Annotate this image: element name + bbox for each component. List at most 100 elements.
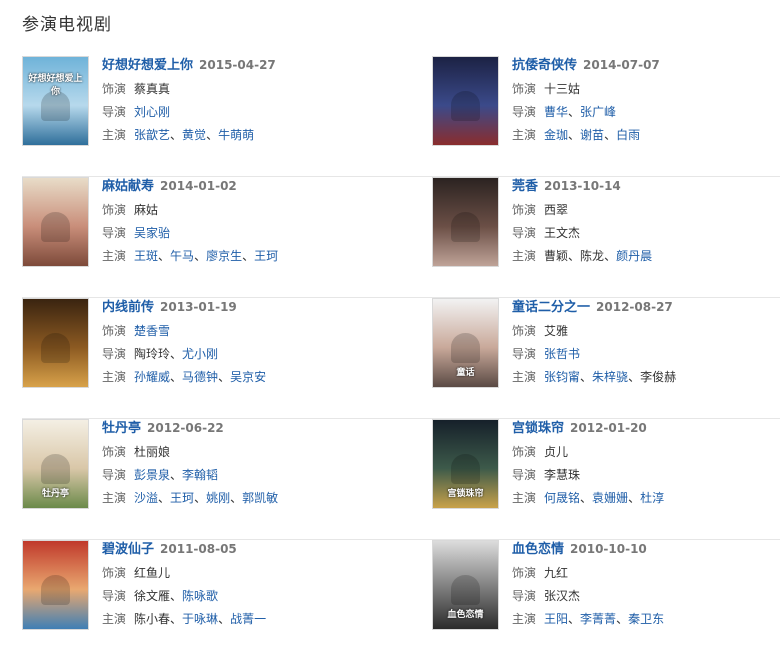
person-link[interactable]: 战菁一 xyxy=(230,612,266,626)
poster-title: 童话 xyxy=(456,368,475,378)
name-separator: 、 xyxy=(158,491,171,505)
name-separator: 、 xyxy=(604,128,617,142)
drama-title-line: 好想好想爱上你 2015-04-27 xyxy=(102,56,372,78)
cast-line: 主演 张钧甯、朱梓骁、李俊赫 xyxy=(512,366,780,389)
person-link[interactable]: 姚刚 xyxy=(206,491,230,505)
drama-title-link[interactable]: 抗倭奇侠传 xyxy=(512,58,577,73)
person-link[interactable]: 楚香雪 xyxy=(134,324,170,338)
role-line: 饰演 九红 xyxy=(512,562,780,585)
person-link[interactable]: 张哲书 xyxy=(544,347,580,361)
person-link[interactable]: 秦卫东 xyxy=(628,612,664,626)
drama-title-link[interactable]: 内线前传 xyxy=(102,300,154,315)
person-link[interactable]: 孙耀威 xyxy=(134,370,170,384)
director-line: 导演 刘心刚 xyxy=(102,101,372,124)
drama-poster[interactable]: 宫锁珠帘 xyxy=(432,419,499,509)
person-link[interactable]: 王阳 xyxy=(544,612,568,626)
drama-title-link[interactable]: 童话二分之一 xyxy=(512,300,590,315)
role-label: 饰演 xyxy=(102,203,127,217)
person-link[interactable]: 王珂 xyxy=(170,491,194,505)
role-line: 饰演 贞儿 xyxy=(512,441,780,464)
drama-title-link[interactable]: 牡丹亭 xyxy=(102,421,141,436)
name-separator: 、 xyxy=(194,249,207,263)
drama-poster[interactable] xyxy=(432,56,499,146)
person-link[interactable]: 午马 xyxy=(170,249,194,263)
person-link[interactable]: 马德钟 xyxy=(182,370,218,384)
person-link[interactable]: 金珈 xyxy=(544,128,568,142)
cast-line: 主演 王阳、李菁菁、秦卫东 xyxy=(512,608,780,631)
person-link[interactable]: 沙溢 xyxy=(134,491,158,505)
director-label: 导演 xyxy=(512,105,537,119)
person-link[interactable]: 张钧甯 xyxy=(544,370,580,384)
drama-poster[interactable]: 血色恋情 xyxy=(432,540,499,630)
name-separator: 、 xyxy=(580,491,593,505)
drama-title-line: 莞香 2013-10-14 xyxy=(512,177,780,199)
drama-date: 2013-01-19 xyxy=(160,300,237,314)
role-label: 饰演 xyxy=(512,203,537,217)
person-link[interactable]: 王珂 xyxy=(254,249,278,263)
person-link[interactable]: 尤小刚 xyxy=(182,347,218,361)
person-link[interactable]: 白雨 xyxy=(616,128,640,142)
role-label: 饰演 xyxy=(512,566,537,580)
person-link[interactable]: 郭凯敏 xyxy=(242,491,278,505)
role-label: 饰演 xyxy=(102,324,127,338)
person-link[interactable]: 牛萌萌 xyxy=(218,128,254,142)
drama-poster[interactable] xyxy=(22,177,89,267)
person-link[interactable]: 刘心刚 xyxy=(134,105,170,119)
person-link[interactable]: 颜丹晨 xyxy=(616,249,652,263)
person-link[interactable]: 陈咏歌 xyxy=(182,589,218,603)
drama-title-link[interactable]: 血色恋情 xyxy=(512,542,564,557)
person-link[interactable]: 吴京安 xyxy=(230,370,266,384)
drama-poster[interactable] xyxy=(22,540,89,630)
drama-title-link[interactable]: 碧波仙子 xyxy=(102,542,154,557)
drama-title-link[interactable]: 麻姑献寿 xyxy=(102,179,154,194)
drama-card: 碧波仙子 2011-08-05 饰演 红鱼儿 导演 徐文雁、陈咏歌 主演 陈小春、于咏琳、战菁… xyxy=(22,540,372,630)
role-label: 饰演 xyxy=(102,82,127,96)
name-separator: 、 xyxy=(616,612,629,626)
drama-poster[interactable]: 牡丹亭 xyxy=(22,419,89,509)
director-line: 导演 曹华、张广峰 xyxy=(512,101,780,124)
person-link[interactable]: 廖京生 xyxy=(206,249,242,263)
person-link[interactable]: 袁姗姗 xyxy=(592,491,628,505)
person-name: 陈小春 xyxy=(134,612,171,626)
drama-poster[interactable]: 好想好想爱上你 xyxy=(22,56,89,146)
drama-row: 内线前传 2013-01-19 饰演 楚香雪 导演 陶玲玲、尤小刚 主演 孙耀威、马德钟、吴京… xyxy=(0,298,780,419)
person-link[interactable]: 王斑 xyxy=(134,249,158,263)
person-link[interactable]: 彭景泉 xyxy=(134,468,170,482)
drama-title-link[interactable]: 好想好想爱上你 xyxy=(102,58,193,73)
drama-title-link[interactable]: 宫锁珠帘 xyxy=(512,421,564,436)
person-link[interactable]: 何晟铭 xyxy=(544,491,580,505)
cast-label: 主演 xyxy=(102,128,127,142)
drama-poster[interactable] xyxy=(22,298,89,388)
cast-label: 主演 xyxy=(512,370,537,384)
person-link[interactable]: 李菁菁 xyxy=(580,612,616,626)
cast-line: 主演 沙溢、王珂、姚刚、郭凯敏 xyxy=(102,487,372,510)
drama-title-line: 麻姑献寿 2014-01-02 xyxy=(102,177,372,199)
drama-title-line: 牡丹亭 2012-06-22 xyxy=(102,419,372,441)
director-line: 导演 王文杰 xyxy=(512,222,780,245)
person-link[interactable]: 张歆艺 xyxy=(134,128,170,142)
person-link[interactable]: 李翰韬 xyxy=(182,468,218,482)
person-link[interactable]: 张广峰 xyxy=(580,105,616,119)
person-link[interactable]: 于咏琳 xyxy=(182,612,218,626)
name-separator: 、 xyxy=(194,491,207,505)
person-link[interactable]: 朱梓骁 xyxy=(592,370,628,384)
director-line: 导演 徐文雁、陈咏歌 xyxy=(102,585,372,608)
role-label: 饰演 xyxy=(102,445,127,459)
person-name: 李俊赫 xyxy=(640,370,677,384)
drama-poster[interactable] xyxy=(432,177,499,267)
person-link[interactable]: 杜淳 xyxy=(640,491,664,505)
person-link[interactable]: 吴家骀 xyxy=(134,226,170,240)
cast-line: 主演 曹颖、陈龙、颜丹晨 xyxy=(512,245,780,268)
person-link[interactable]: 黄觉 xyxy=(182,128,206,142)
person-link[interactable]: 谢苗 xyxy=(580,128,604,142)
director-label: 导演 xyxy=(102,468,127,482)
drama-info: 宫锁珠帘 2012-01-20 饰演 贞儿 导演 李慧珠 主演 何晟铭、袁姗姗、杜淳 xyxy=(512,419,780,510)
drama-title-link[interactable]: 莞香 xyxy=(512,179,538,194)
name-separator: 、 xyxy=(170,347,183,361)
director-line: 导演 张汉杰 xyxy=(512,585,780,608)
role-label: 饰演 xyxy=(512,82,537,96)
director-label: 导演 xyxy=(512,226,537,240)
person-link[interactable]: 曹华 xyxy=(544,105,568,119)
drama-poster[interactable]: 童话 xyxy=(432,298,499,388)
director-line: 导演 彭景泉、李翰韬 xyxy=(102,464,372,487)
